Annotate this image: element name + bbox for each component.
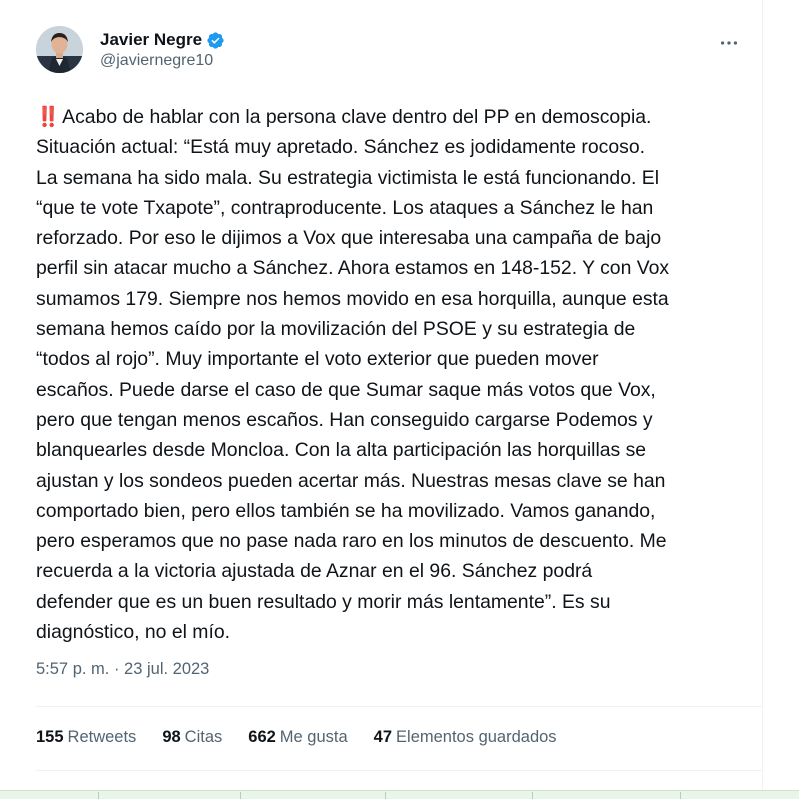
retweets-label: Retweets [67,728,137,746]
bar-separator [385,792,386,799]
tweet-text-content: Acabo de hablar con la persona clave den… [36,106,670,644]
divider [36,706,763,707]
tweet-timestamp[interactable]: 5:57 p. m. · 23 jul. 2023 [36,660,209,679]
bottom-action-bar [0,790,799,799]
bookmarks-label: Elementos guardados [396,728,557,746]
retweets-stat[interactable]: 155 Retweets [36,728,136,747]
verified-badge-icon[interactable] [206,31,225,50]
double-exclamation-icon: ‼️ [36,106,60,128]
quotes-count: 98 [162,728,181,746]
avatar[interactable] [36,26,83,73]
bar-separator [240,792,241,799]
likes-label: Me gusta [279,728,348,746]
quotes-label: Citas [184,728,223,746]
bookmarks-stat[interactable]: 47 Elementos guardados [374,728,557,747]
tweet-stats: 155 Retweets 98 Citas 662 Me gusta 47 Elemen… [36,728,557,747]
divider [36,770,763,771]
likes-count: 662 [248,728,276,746]
bar-separator [680,792,681,799]
likes-stat[interactable]: 662 Me gusta [248,728,347,747]
bar-separator [532,792,533,799]
tweet-text: ‼️ Acabo de hablar con la persona clave d… [36,102,744,647]
bookmarks-count: 47 [373,728,393,746]
tweet-header: Javier Negre @javiernegre10 [36,26,756,80]
retweets-count: 155 [36,728,64,746]
author-handle[interactable]: @javiernegre10 [100,52,225,70]
quotes-stat[interactable]: 98 Citas [162,728,222,747]
avatar-photo-icon [36,26,83,73]
author-display-name-row[interactable]: Javier Negre [100,30,225,50]
bar-separator [98,792,99,799]
more-options-icon[interactable] [718,32,740,60]
tweet-detail: Javier Negre @javiernegre10 ‼️ Acabo de h… [0,0,763,799]
author-names: Javier Negre @javiernegre10 [100,30,225,70]
author-display-name[interactable]: Javier Negre [100,30,202,50]
